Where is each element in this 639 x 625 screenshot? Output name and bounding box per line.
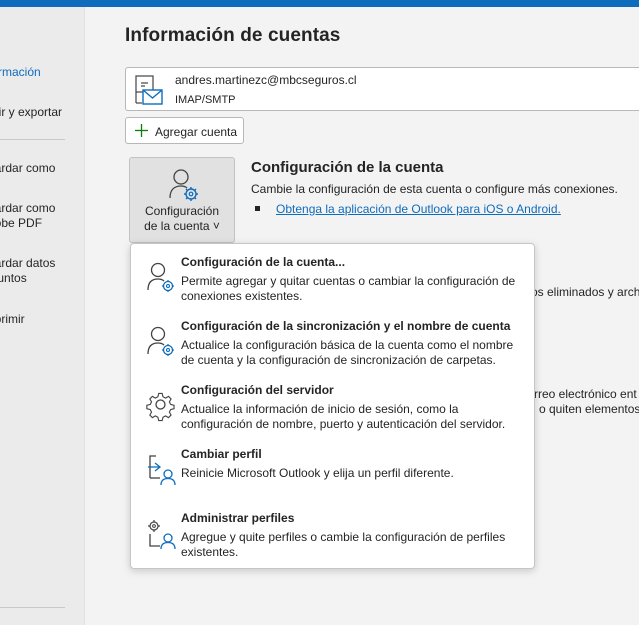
sidebar-item-info[interactable]: formación	[0, 65, 41, 80]
account-selector[interactable]: andres.martinezc@mbcseguros.cl IMAP/SMTP	[125, 67, 639, 111]
menu-item-title: Configuración de la cuenta...	[181, 255, 346, 269]
menu-item-description: Reinicie Microsoft Outlook y elija un pe…	[181, 466, 454, 480]
sidebar-item-save-adobe-pdf[interactable]: uardar como dobe PDF	[0, 201, 55, 231]
menu-item-description: Actualice la información de inicio de se…	[181, 402, 506, 431]
outlook-mobile-link[interactable]: Obtenga la aplicación de Outlook para iO…	[276, 202, 561, 216]
gear-icon	[146, 392, 175, 422]
title-bar-accent	[0, 0, 639, 7]
sidebar-divider	[0, 607, 65, 608]
section-title: Configuración de la cuenta	[251, 159, 444, 176]
person-gear-icon	[147, 262, 174, 292]
manage-profiles-icon	[148, 520, 176, 550]
bullet-marker	[255, 206, 260, 211]
menu-item-description: Agregue y quite perfiles o cambie la con…	[181, 530, 506, 559]
account-mail-icon	[135, 75, 163, 105]
account-settings-dropdown: Configuración de la cuenta... Permite ag…	[130, 243, 535, 569]
account-type: IMAP/SMTP	[175, 94, 236, 106]
account-settings-label-line1: Configuración	[144, 204, 220, 218]
menu-item-sync-name-settings[interactable]: Configuración de la sincronización y el …	[131, 308, 534, 372]
background-text: os eliminados y arch	[531, 285, 639, 299]
menu-item-description: Actualice la configuración básica de la …	[181, 338, 514, 367]
menu-item-change-profile[interactable]: Cambiar perfil Reinicie Microsoft Outloo…	[131, 436, 534, 500]
background-text: o quiten elementos	[539, 402, 639, 416]
page-title: Información de cuentas	[125, 25, 341, 46]
add-account-button[interactable]: Agregar cuenta	[125, 117, 244, 144]
section-description: Cambie la configuración de esta cuenta o…	[251, 182, 618, 196]
backstage-sidebar: formación brir y exportar uardar como ua…	[0, 7, 85, 625]
account-settings-label-line2: de la cuenta ˅	[144, 219, 220, 233]
person-gear-icon	[169, 169, 198, 201]
account-email: andres.martinezc@mbcseguros.cl	[175, 73, 357, 87]
menu-item-account-settings[interactable]: Configuración de la cuenta... Permite ag…	[131, 244, 534, 308]
menu-item-server-settings[interactable]: Configuración del servidor Actualice la …	[131, 372, 534, 436]
person-gear-icon	[147, 326, 174, 356]
switch-profile-icon	[148, 455, 176, 486]
menu-item-title: Configuración de la sincronización y el …	[181, 319, 511, 333]
menu-item-title: Cambiar perfil	[181, 447, 262, 461]
sidebar-divider	[0, 139, 65, 140]
sidebar-item-open-export[interactable]: brir y exportar	[0, 105, 62, 120]
sidebar-item-save-as[interactable]: uardar como	[0, 161, 55, 176]
sidebar-item-print[interactable]: nprimir	[0, 312, 25, 327]
plus-icon	[135, 124, 148, 137]
menu-item-manage-profiles[interactable]: Administrar perfiles Agregue y quite per…	[131, 500, 534, 568]
background-text: rreo electrónico ent	[534, 387, 637, 401]
menu-item-title: Administrar perfiles	[181, 511, 295, 525]
account-settings-button[interactable]: Configuración de la cuenta ˅	[129, 157, 235, 243]
add-account-label: Agregar cuenta	[155, 125, 238, 139]
sidebar-item-save-attachments[interactable]: uardar datos djuntos	[0, 256, 55, 286]
menu-item-title: Configuración del servidor	[181, 383, 334, 397]
menu-item-description: Permite agregar y quitar cuentas o cambi…	[181, 274, 516, 303]
